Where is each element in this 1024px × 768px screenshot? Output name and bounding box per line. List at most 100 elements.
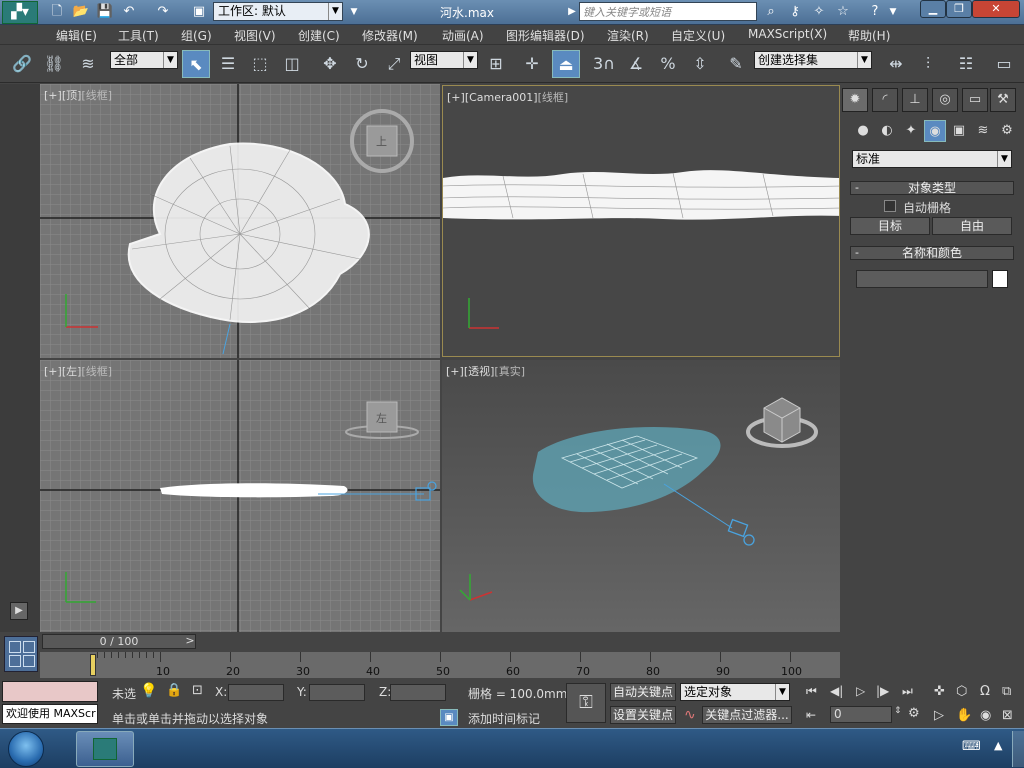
menu-tools[interactable]: 工具(T): [118, 27, 159, 44]
menu-group[interactable]: 组(G): [181, 27, 212, 44]
reference-coord-dropdown[interactable]: 视图 ▼: [410, 51, 478, 69]
edit-named-selection-icon[interactable]: ✎: [722, 50, 750, 78]
menu-animation[interactable]: 动画(A): [442, 27, 484, 44]
key-mode-toggle-icon[interactable]: ⇤: [806, 708, 816, 722]
time-slider[interactable]: 0 / 100: [42, 634, 196, 649]
menu-customize[interactable]: 自定义(U): [671, 27, 725, 44]
viewport-top-label[interactable]: [+][顶][线框]: [44, 87, 112, 103]
object-type-rollout[interactable]: - 对象类型: [850, 181, 1014, 195]
viewcube-perspective[interactable]: [746, 397, 818, 448]
viewport-left-bracket[interactable]: [+]: [44, 365, 62, 378]
add-time-tag[interactable]: 添加时间标记: [468, 710, 540, 727]
key-icon[interactable]: ⚷: [786, 3, 804, 21]
zoom-all-icon[interactable]: ⬡: [956, 684, 967, 699]
free-camera-button[interactable]: 自由: [932, 217, 1012, 235]
named-selection-dropdown[interactable]: 创建选择集 ▼: [754, 51, 872, 69]
create-tab-icon[interactable]: ✹: [842, 88, 868, 112]
current-frame-marker[interactable]: [90, 654, 96, 676]
keyboard-shortcut-override-icon[interactable]: ⏏: [552, 50, 580, 78]
snap-toggle-icon[interactable]: 3∩: [590, 50, 618, 78]
maxscript-welcome[interactable]: 欢迎使用 MAXScr: [2, 704, 98, 724]
set-key-icon[interactable]: ⚿: [566, 683, 606, 723]
isolate-bulb-icon[interactable]: 💡: [140, 683, 157, 699]
pan-hand-icon[interactable]: ✋: [956, 708, 972, 723]
maxscript-listener-pink[interactable]: [2, 681, 98, 702]
menu-edit[interactable]: 编辑(E): [56, 27, 97, 44]
undo-icon[interactable]: ↶: [120, 3, 138, 21]
menu-help[interactable]: 帮助(H): [848, 27, 890, 44]
viewport-top-name[interactable]: [顶]: [62, 89, 82, 102]
graphite-ribbon-icon[interactable]: ▭: [990, 50, 1018, 78]
quick-access-menu-icon[interactable]: ▼: [345, 3, 363, 21]
window-crossing-icon[interactable]: ◫: [278, 50, 306, 78]
lock-icon[interactable]: 🔒: [166, 683, 182, 698]
viewport-top-mode[interactable]: [线框]: [81, 89, 112, 102]
menu-rendering[interactable]: 渲染(R): [607, 27, 649, 44]
viewport-left-mode[interactable]: [线框]: [81, 365, 112, 378]
z-coord-input[interactable]: [390, 684, 446, 701]
systems-icon[interactable]: ⚙: [996, 120, 1018, 142]
object-color-swatch[interactable]: [992, 270, 1008, 288]
viewport-persp-mode[interactable]: [真实]: [494, 365, 525, 378]
time-tag-icon[interactable]: ▣: [440, 709, 458, 726]
select-by-name-icon[interactable]: ☰: [214, 50, 242, 78]
viewport-left-name[interactable]: [左]: [62, 365, 82, 378]
viewport-camera-bracket[interactable]: [+]: [447, 91, 465, 104]
space-warps-icon[interactable]: ≋: [972, 120, 994, 142]
display-tab-icon[interactable]: ▭: [962, 88, 988, 112]
selection-filter-dropdown[interactable]: 全部 ▼: [110, 51, 178, 69]
binoculars-icon[interactable]: ⌕: [762, 3, 780, 21]
cameras-icon[interactable]: ◉: [924, 120, 946, 142]
time-next-icon[interactable]: >: [184, 634, 196, 649]
auto-key-button[interactable]: 自动关键点: [610, 683, 676, 701]
viewport-left[interactable]: 左 [+][左][线框]: [40, 360, 440, 632]
zoom-icon[interactable]: ✜: [934, 684, 945, 699]
menu-maxscript[interactable]: MAXScript(X): [748, 27, 827, 41]
absolute-mode-icon[interactable]: ⊡: [192, 683, 203, 698]
set-key-button[interactable]: 设置关键点: [610, 706, 676, 724]
app-logo-icon[interactable]: ▞▾: [2, 1, 38, 24]
tray-arrow-icon[interactable]: ▲: [994, 739, 1002, 752]
viewport-camera-label[interactable]: [+][Camera001][线框]: [447, 89, 568, 105]
rectangular-selection-icon[interactable]: ⬚: [246, 50, 274, 78]
close-button[interactable]: ✕: [972, 0, 1020, 18]
taskbar-3dsmax-icon[interactable]: [76, 731, 134, 767]
menu-graph-editors[interactable]: 图形编辑器(D): [506, 27, 585, 44]
minimize-button[interactable]: ▁: [920, 0, 946, 18]
start-button-icon[interactable]: [8, 731, 44, 767]
viewport-persp-label[interactable]: [+][透视][真实]: [446, 363, 525, 379]
orbit-icon[interactable]: Ω: [980, 684, 990, 699]
viewport-camera[interactable]: [+][Camera001][线框]: [442, 85, 840, 357]
object-name-input[interactable]: [856, 270, 988, 288]
motion-tab-icon[interactable]: ◎: [932, 88, 958, 112]
viewport-camera-name[interactable]: [Camera001]: [465, 91, 538, 104]
geometry-icon[interactable]: ●: [852, 120, 874, 142]
star-exchange-icon[interactable]: ✧: [810, 3, 828, 21]
spinner-icon[interactable]: ⇕: [894, 706, 902, 716]
move-icon[interactable]: ✥: [316, 50, 344, 78]
goto-start-icon[interactable]: ⏮: [806, 684, 817, 699]
prev-frame-icon[interactable]: ◀|: [830, 684, 843, 698]
save-file-icon[interactable]: 💾: [96, 3, 114, 21]
category-dropdown[interactable]: 标准 ▼: [852, 150, 1012, 168]
select-object-button[interactable]: ⬉: [182, 50, 210, 78]
menu-create[interactable]: 创建(C): [298, 27, 340, 44]
keyboard-tray-icon[interactable]: ⌨: [962, 739, 981, 754]
viewport-left-label[interactable]: [+][左][线框]: [44, 363, 112, 379]
time-config-icon[interactable]: ⚙: [908, 706, 920, 721]
shapes-icon[interactable]: ◐: [876, 120, 898, 142]
maximize-viewport-icon[interactable]: ⊠: [1002, 708, 1013, 723]
viewport-persp-name[interactable]: [透视]: [464, 365, 495, 378]
autogrid-checkbox[interactable]: [884, 200, 896, 212]
target-camera-button[interactable]: 目标: [850, 217, 930, 235]
viewport-persp-bracket[interactable]: [+]: [446, 365, 464, 378]
show-desktop-button[interactable]: [1012, 731, 1024, 767]
align-icon[interactable]: ⫶: [914, 50, 942, 78]
y-coord-input[interactable]: [309, 684, 365, 701]
open-file-icon[interactable]: 📂: [72, 3, 90, 21]
unlink-icon[interactable]: ⛓: [40, 50, 68, 78]
mirror-icon[interactable]: ⇹: [882, 50, 910, 78]
hierarchy-tab-icon[interactable]: ⊥: [902, 88, 928, 112]
bind-space-warp-icon[interactable]: ≋: [74, 50, 102, 78]
workspace-dropdown[interactable]: 工作区: 默认 ▼: [213, 2, 343, 21]
